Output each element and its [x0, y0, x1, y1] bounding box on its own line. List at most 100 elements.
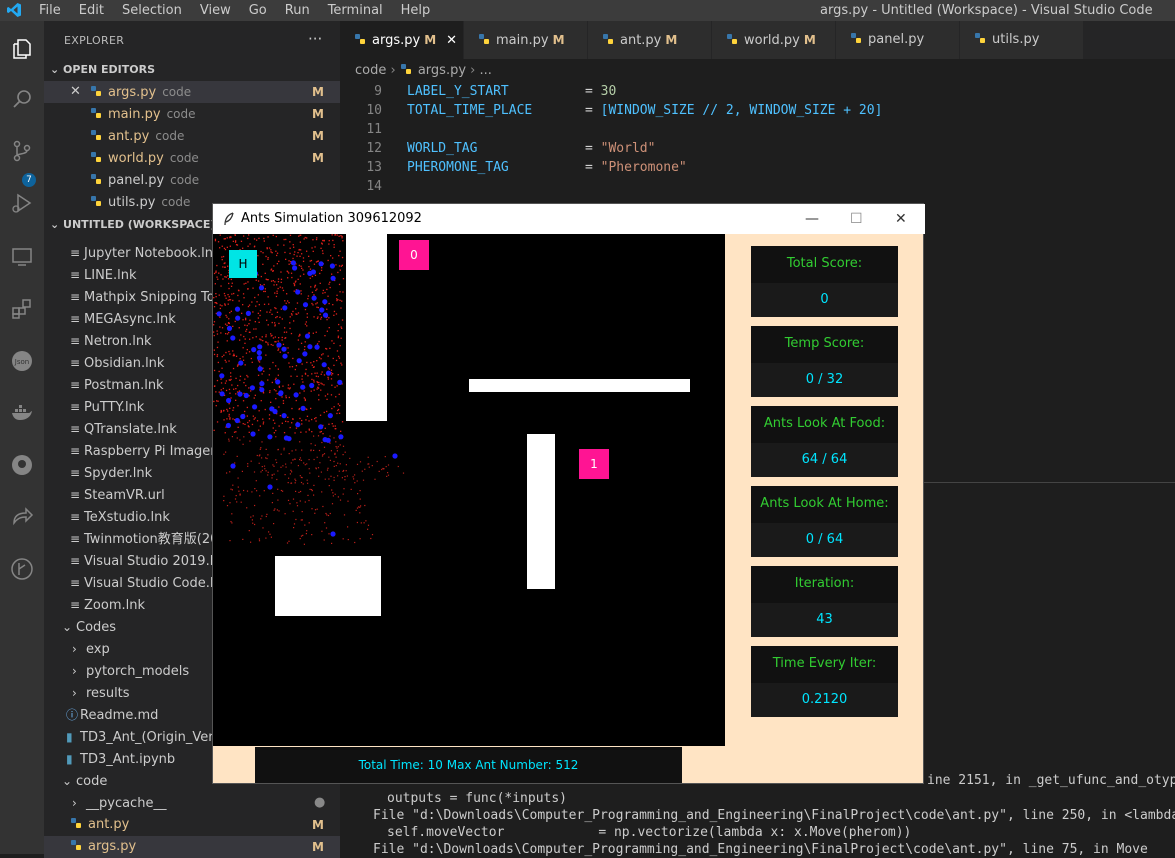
- tab-label: panel.py: [868, 32, 925, 47]
- remote-explorer-icon[interactable]: [6, 241, 38, 273]
- item-label: Mathpix Snipping Too: [84, 290, 223, 305]
- code-variable: TOTAL_TIME_PLACE: [407, 103, 533, 118]
- close-icon[interactable]: ✕: [70, 81, 81, 103]
- search-icon[interactable]: [6, 83, 38, 115]
- code-value: "World": [600, 141, 656, 156]
- open-editor-item[interactable]: ✕ args.py code M: [44, 81, 340, 103]
- tab-args-py[interactable]: args.py M ✕: [340, 21, 464, 59]
- obstacle-wall: [469, 379, 690, 392]
- close-button[interactable]: ✕: [895, 204, 907, 234]
- git-graph-icon[interactable]: [6, 553, 38, 585]
- open-editors-section[interactable]: ⌄ OPEN EDITORS: [44, 60, 340, 80]
- python-file-icon: [91, 196, 101, 206]
- ants-simulation-window: Ants Simulation 309612092 — ☐ ✕ H 0 1 To…: [212, 203, 925, 784]
- tab-world-py[interactable]: world.py M: [712, 21, 836, 59]
- menu-file[interactable]: File: [30, 2, 70, 19]
- chevron-right-icon: ›: [72, 664, 77, 678]
- file-dir: code: [166, 107, 196, 121]
- live-share-icon[interactable]: [6, 501, 38, 533]
- item-label: Zoom.lnk: [84, 598, 145, 613]
- github-icon[interactable]: [6, 449, 38, 481]
- docker-icon[interactable]: [6, 397, 38, 429]
- breadcrumb-file[interactable]: args.py: [418, 63, 466, 78]
- terminal-line: File "d:\Downloads\Computer_Programming_…: [373, 842, 1148, 857]
- close-icon[interactable]: ✕: [446, 33, 457, 48]
- python-file-icon: [91, 130, 101, 140]
- python-file-icon: [91, 86, 101, 96]
- chevron-right-icon: ›: [72, 686, 77, 700]
- minimize-button[interactable]: —: [805, 204, 819, 234]
- simulation-canvas[interactable]: H 0 1: [213, 234, 725, 746]
- python-file-icon: [851, 33, 861, 43]
- item-label: PuTTY.lnk: [84, 400, 145, 415]
- source-control-icon[interactable]: [6, 135, 38, 167]
- chevron-right-icon: ›: [72, 796, 77, 810]
- menu-edit[interactable]: Edit: [70, 2, 113, 19]
- file-name: ant.py: [108, 129, 150, 144]
- git-status: M: [312, 129, 324, 143]
- menu-selection[interactable]: Selection: [113, 2, 191, 19]
- terminal-line: self.moveVector = np.vectorize(lambda x:…: [387, 825, 912, 840]
- obstacle-wall: [275, 556, 381, 616]
- file-name: panel.py: [108, 173, 165, 188]
- python-file-icon: [479, 34, 489, 44]
- menu-terminal[interactable]: Terminal: [319, 2, 392, 19]
- json-icon[interactable]: Json: [6, 345, 38, 377]
- tab-ant-py[interactable]: ant.py M: [588, 21, 712, 59]
- explorer-icon[interactable]: [6, 33, 38, 65]
- file-item[interactable]: args.py M: [44, 836, 340, 858]
- terminal-line: File "d:\Downloads\Computer_Programming_…: [373, 808, 1175, 823]
- stat-label: Iteration:: [794, 576, 855, 591]
- stat-panel: Temp Score: 0 / 32: [751, 326, 898, 397]
- item-label: results: [86, 686, 130, 701]
- file-lines-icon: ≡: [70, 290, 81, 304]
- window-title: args.py - Untitled (Workspace) - Visual …: [820, 3, 1153, 18]
- stat-label: Total Score:: [786, 256, 863, 271]
- open-editor-item[interactable]: main.py code M: [44, 103, 340, 125]
- tab-utils-py[interactable]: utils.py: [960, 21, 1084, 59]
- folder-item[interactable]: › __pycache__ ●: [44, 792, 340, 814]
- file-item[interactable]: ant.py M: [44, 814, 340, 836]
- tab-label: main.py: [496, 33, 549, 48]
- file-lines-icon: ≡: [70, 356, 81, 370]
- python-file-icon: [400, 64, 411, 74]
- line-number: 13: [366, 160, 382, 175]
- file-lines-icon: ≡: [70, 378, 81, 392]
- item-label: QTranslate.lnk: [84, 422, 177, 437]
- obstacle-wall: [346, 234, 387, 421]
- item-label: Visual Studio Code.lnk: [84, 576, 230, 591]
- open-editors-title: OPEN EDITORS: [63, 63, 155, 76]
- tab-status: M: [424, 33, 437, 47]
- code-variable: LABEL_Y_START: [407, 84, 509, 99]
- menu-help[interactable]: Help: [392, 2, 440, 19]
- open-editor-item[interactable]: world.py code M: [44, 147, 340, 169]
- maximize-button[interactable]: ☐: [850, 204, 863, 234]
- menu-run[interactable]: Run: [276, 2, 319, 19]
- file-lines-icon: ≡: [70, 422, 81, 436]
- breadcrumb-folder[interactable]: code: [355, 63, 386, 78]
- open-editor-item[interactable]: panel.py code: [44, 169, 340, 191]
- tab-label: world.py: [744, 33, 800, 48]
- item-label: Jupyter Notebook.lnk: [84, 246, 221, 261]
- line-number: 14: [366, 179, 382, 194]
- item-label: __pycache__: [86, 796, 167, 811]
- more-actions-icon[interactable]: ···: [308, 30, 322, 48]
- tab-main-py[interactable]: main.py M: [464, 21, 588, 59]
- file-lines-icon: ≡: [70, 444, 81, 458]
- tab-panel-py[interactable]: panel.py: [836, 21, 960, 59]
- run-debug-icon[interactable]: [6, 187, 38, 219]
- file-lines-icon: ≡: [70, 268, 81, 282]
- python-file-icon: [91, 108, 101, 118]
- open-editor-item[interactable]: ant.py code M: [44, 125, 340, 147]
- menu-view[interactable]: View: [191, 2, 240, 19]
- code-line: LABEL_Y_START: [407, 82, 509, 101]
- extensions-icon[interactable]: [6, 293, 38, 325]
- item-label: MEGAsync.lnk: [84, 312, 176, 327]
- breadcrumb-symbol[interactable]: ...: [480, 63, 492, 78]
- code-line: = 30: [585, 84, 617, 99]
- stat-label: Ants Look At Home:: [760, 496, 889, 511]
- menu-go[interactable]: Go: [240, 2, 276, 19]
- code-line: = "Pheromone": [585, 160, 687, 175]
- file-lines-icon: ≡: [70, 576, 81, 590]
- item-label: code: [76, 774, 108, 789]
